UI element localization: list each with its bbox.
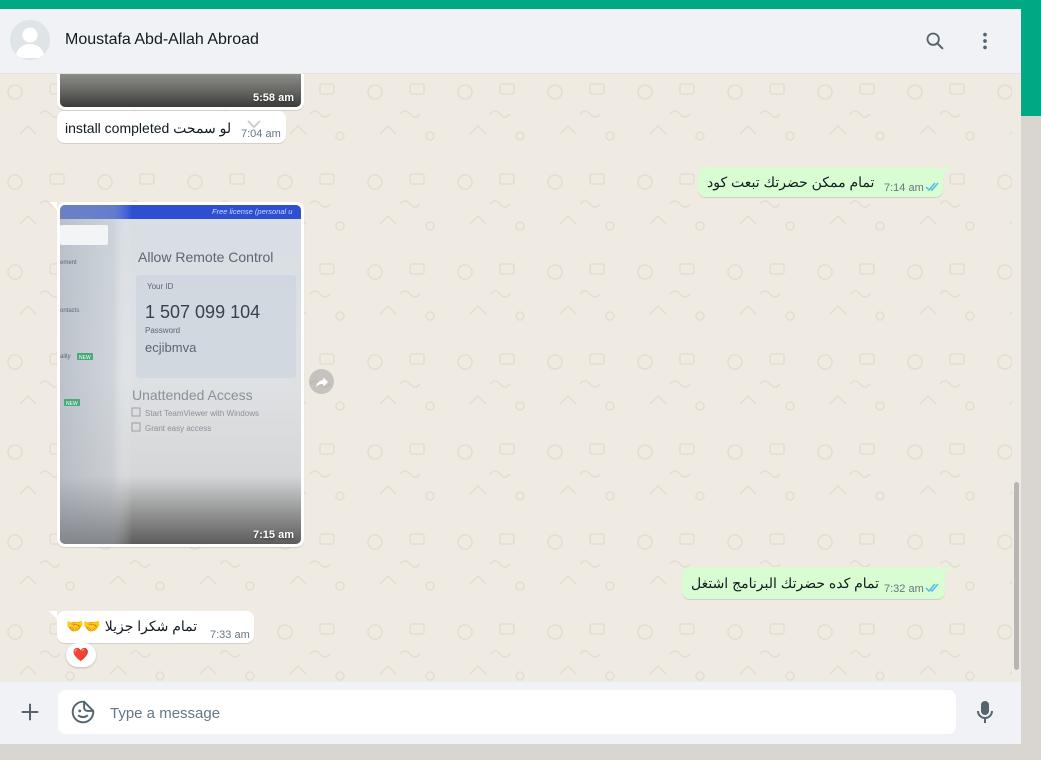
voice-message-button[interactable] (972, 698, 998, 726)
avatar[interactable] (10, 20, 50, 60)
message-time: 7:14 am (884, 182, 924, 194)
image-message[interactable]: 5:58 am (57, 74, 304, 110)
attach-button[interactable] (16, 698, 44, 726)
outgoing-message[interactable]: تمام كده حضرتك البرنامج اشتغل 7:32 am (682, 567, 945, 599)
outgoing-message[interactable]: تمام ممكن حضرتك تبعت كود 7:14 am (698, 167, 943, 197)
image-text: ontacts (60, 308, 79, 314)
image-text: Password (145, 326, 180, 335)
image-text: NEW (79, 355, 91, 361)
image-text: ecjibmva (145, 340, 197, 355)
read-receipt-icon (925, 182, 939, 192)
image-text: NEW (66, 401, 78, 407)
menu-icon (983, 32, 987, 50)
forward-button[interactable] (309, 369, 334, 394)
read-receipt-icon (925, 583, 939, 593)
incoming-message[interactable]: تمام شكرا جزيلا 🤝🤝 7:33 am (57, 611, 254, 643)
message-text: تمام شكرا جزيلا 🤝🤝 (66, 618, 198, 634)
image-text: Your ID (147, 282, 174, 291)
chat-header: Moustafa Abd-Allah Abroad (0, 9, 1021, 74)
message-list[interactable]: 5:58 am install completed لو سمحت 7:04 a… (0, 74, 1021, 682)
message-time: 7:32 am (884, 583, 924, 595)
image-text: 1 507 099 104 (145, 302, 260, 322)
plus-icon (21, 703, 39, 721)
image-text: ement (60, 260, 77, 266)
message-input-wrapper (58, 690, 956, 736)
composer-bar (0, 682, 1021, 744)
incoming-message[interactable]: install completed لو سمحت 7:04 am (57, 111, 286, 143)
message-text: تمام كده حضرتك البرنامج اشتغل (691, 575, 880, 591)
image-text: Allow Remote Control (138, 249, 273, 265)
scrollbar[interactable] (1012, 74, 1021, 682)
chevron-down-icon[interactable] (245, 119, 263, 131)
default-avatar-icon (10, 20, 50, 60)
message-time: 7:33 am (210, 629, 250, 641)
image-text: Start TeamViewer with Windows (145, 409, 259, 418)
search-button[interactable] (921, 27, 949, 55)
message-text: تمام ممكن حضرتك تبعت كود (707, 174, 875, 190)
image-thumbnail[interactable]: ement Free license (personal u ement ont… (60, 205, 301, 544)
window-accent-bar (0, 0, 1041, 9)
message-text: install completed لو سمحت (65, 120, 232, 136)
contact-name[interactable]: Moustafa Abd-Allah Abroad (65, 31, 259, 49)
image-message[interactable]: ement Free license (personal u ement ont… (57, 202, 304, 547)
bubble-tail (943, 167, 951, 175)
bubble-tail (49, 611, 57, 619)
message-input[interactable] (108, 690, 942, 736)
bubble-tail (49, 202, 57, 210)
image-text: Unattended Access (132, 387, 253, 403)
microphone-icon (977, 701, 993, 723)
message-time: 5:58 am (253, 92, 294, 104)
reaction-badge[interactable]: ❤️ (66, 643, 96, 667)
menu-button[interactable] (971, 27, 999, 55)
image-text: Free license (personal u (212, 207, 293, 216)
image-text: ality (60, 354, 71, 360)
scrollbar-thumb[interactable] (1014, 482, 1019, 670)
sticker-icon[interactable] (70, 699, 96, 725)
search-icon (926, 32, 944, 50)
chat-window: Moustafa Abd-Allah Abroad 5:58 am instal… (0, 9, 1021, 744)
window-accent-side (1021, 9, 1041, 116)
image-text: Grant easy access (145, 424, 211, 433)
forward-icon (315, 376, 328, 387)
bubble-tail (945, 567, 953, 575)
message-time: 7:15 am (253, 529, 294, 541)
